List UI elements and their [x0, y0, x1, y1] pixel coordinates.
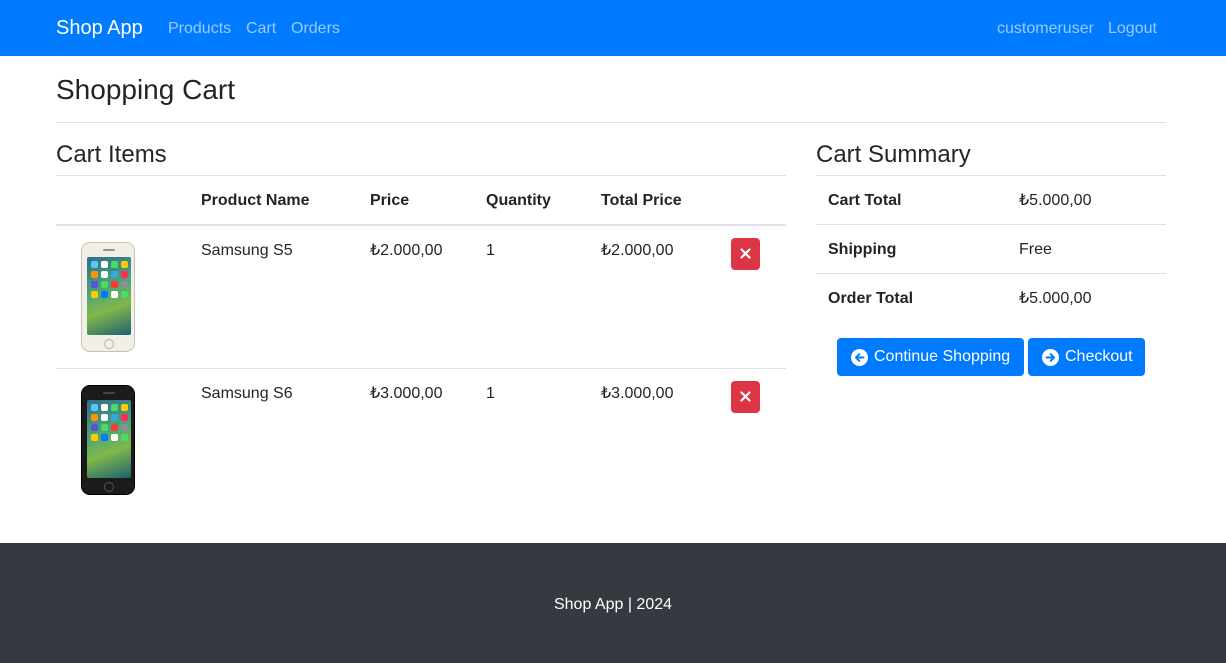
remove-item-button[interactable]: [731, 381, 760, 413]
product-total-price: ₺2.000,00: [601, 242, 674, 259]
summary-value-cart-total: ₺5.000,00: [1019, 192, 1092, 209]
footer-text: Shop App | 2024: [553, 596, 673, 613]
row-divider: [56, 368, 786, 369]
summary-row-divider: [816, 224, 1166, 225]
checkout-label: Checkout: [1065, 348, 1133, 365]
nav-link-cart[interactable]: Cart: [246, 19, 276, 39]
table-header-border: [56, 224, 786, 226]
summary-label-order-total: Order Total: [828, 290, 914, 307]
cart-table-top-border: [56, 175, 786, 176]
black-smartphone-icon: [81, 385, 135, 495]
continue-shopping-label: Continue Shopping: [874, 348, 1011, 365]
close-icon: [740, 248, 751, 259]
title-divider: [56, 122, 1166, 123]
page-title: Shopping Cart: [56, 74, 236, 105]
summary-label-cart-total: Cart Total: [828, 192, 902, 209]
column-header-quantity: Quantity: [486, 192, 551, 209]
nav-link-logout[interactable]: Logout: [1108, 19, 1157, 39]
product-name: Samsung S6: [201, 385, 293, 402]
summary-row-divider: [816, 273, 1166, 274]
continue-shopping-button[interactable]: Continue Shopping: [837, 338, 1024, 376]
product-name: Samsung S5: [201, 242, 293, 259]
summary-label-shipping: Shipping: [828, 241, 897, 258]
close-icon: [740, 391, 751, 402]
column-header-price: Price: [370, 192, 410, 209]
white-smartphone-icon: [81, 242, 135, 352]
product-total-price: ₺3.000,00: [601, 385, 674, 402]
arrow-right-circle-icon: [1042, 349, 1059, 366]
brand-link[interactable]: Shop App: [56, 16, 143, 40]
remove-item-button[interactable]: [731, 238, 760, 270]
product-price: ₺3.000,00: [370, 385, 443, 402]
nav-link-products[interactable]: Products: [168, 19, 231, 39]
product-quantity: 1: [486, 242, 495, 259]
column-header-product-name: Product Name: [201, 192, 310, 209]
product-price: ₺2.000,00: [370, 242, 443, 259]
arrow-left-circle-icon: [851, 349, 868, 366]
product-quantity: 1: [486, 385, 495, 402]
footer: Shop App | 2024: [0, 543, 1226, 663]
summary-value-shipping: Free: [1019, 241, 1052, 258]
cart-items-title: Cart Items: [56, 141, 167, 168]
navbar: Shop App Products Cart Orders customerus…: [0, 0, 1226, 56]
nav-link-orders[interactable]: Orders: [291, 19, 340, 39]
nav-link-user[interactable]: customeruser: [997, 19, 1094, 39]
cart-summary-title: Cart Summary: [816, 141, 971, 168]
checkout-button[interactable]: Checkout: [1028, 338, 1145, 376]
summary-top-border: [816, 175, 1166, 176]
column-header-total-price: Total Price: [601, 192, 682, 209]
summary-value-order-total: ₺5.000,00: [1019, 290, 1092, 307]
